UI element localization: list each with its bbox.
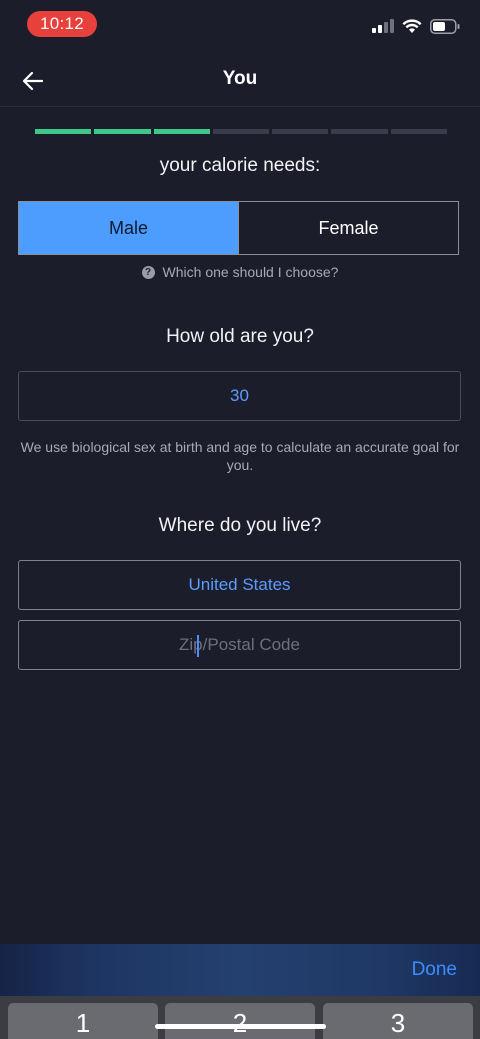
sex-heading: your calorie needs: (159, 155, 321, 176)
page-title: You (222, 68, 258, 89)
age-note: We use biological sex at birth and age t… (20, 439, 460, 473)
key-2[interactable]: 2 (165, 1003, 315, 1039)
progress-step (390, 129, 447, 134)
progress-step (35, 129, 92, 134)
age-value: 30 (230, 386, 249, 405)
text-cursor (197, 635, 199, 657)
wifi-icon (402, 18, 422, 33)
done-button[interactable]: Done (412, 959, 457, 981)
country-field[interactable]: United States (18, 560, 461, 610)
sex-selector: Male Female (18, 201, 459, 255)
numeric-keyboard: 1 2 3 (0, 996, 480, 1039)
female-option[interactable]: Female (238, 202, 458, 254)
battery-icon (430, 18, 460, 34)
nav-header: You (0, 56, 480, 107)
male-option[interactable]: Male (19, 202, 238, 254)
keyboard-toolbar: Done (0, 944, 480, 996)
signal-icon (372, 19, 394, 33)
zip-input[interactable] (19, 634, 460, 656)
age-heading: How old are you? (166, 326, 314, 347)
progress-step (272, 129, 329, 134)
question-icon: ? (141, 265, 155, 279)
progress-step (331, 129, 388, 134)
home-indicator (155, 1024, 326, 1029)
progress-step (212, 129, 270, 134)
status-time: 10:12 (27, 11, 97, 37)
country-value: United States (188, 575, 291, 594)
key-3[interactable]: 3 (323, 1003, 473, 1039)
key-1[interactable]: 1 (8, 1003, 158, 1039)
progress-step (153, 129, 210, 134)
status-bar: 10:12 (0, 0, 480, 48)
progress-bar (35, 129, 447, 134)
help-link-text: Which one should I choose? (162, 264, 339, 280)
location-heading: Where do you live? (158, 515, 322, 536)
status-icons (372, 16, 460, 36)
age-field[interactable]: 30 (18, 371, 461, 421)
screen: 10:12 You your calorie needs: Male Femal… (0, 0, 480, 1039)
zip-field[interactable] (18, 620, 461, 670)
help-link[interactable]: ? Which one should I choose? (0, 264, 480, 280)
progress-step (94, 129, 151, 134)
